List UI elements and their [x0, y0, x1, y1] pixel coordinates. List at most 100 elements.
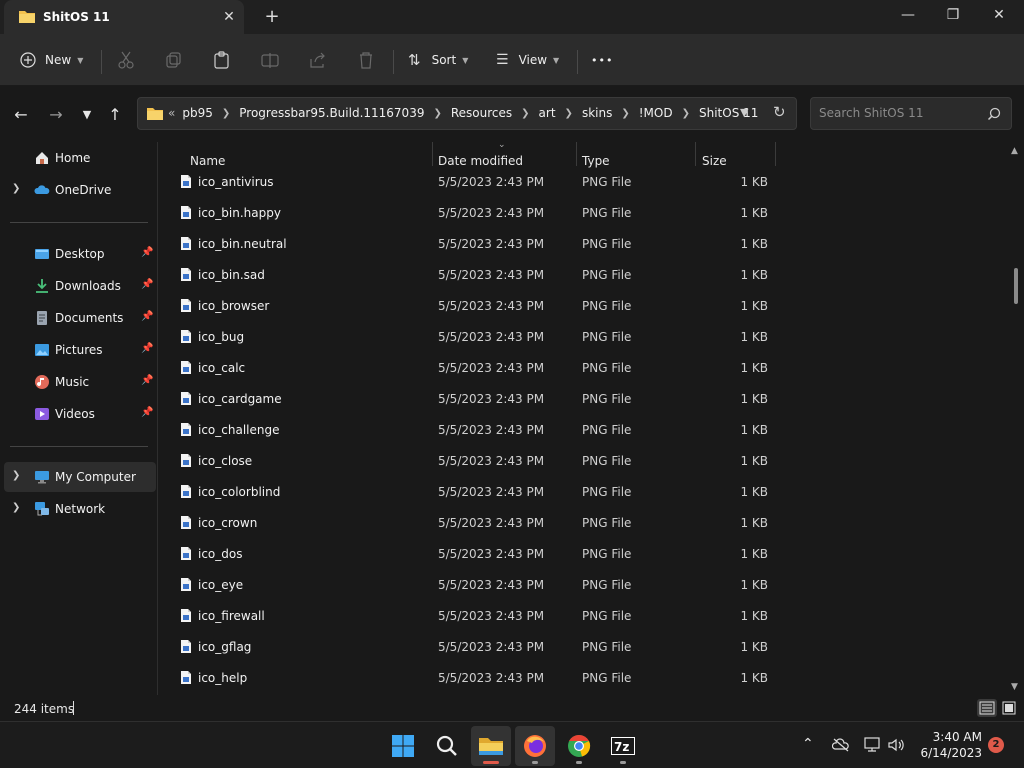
close-button[interactable]: ✕ — [976, 0, 1022, 30]
share-icon[interactable] — [307, 49, 329, 71]
chevron-right-icon[interactable]: ❯ — [621, 108, 629, 119]
rename-icon[interactable] — [259, 49, 281, 71]
pin-icon[interactable]: 📌 — [141, 407, 153, 418]
forward-arrow-icon[interactable]: → — [45, 104, 67, 126]
taskbar-search-button[interactable] — [427, 726, 467, 766]
maximize-button[interactable]: ❐ — [930, 0, 976, 30]
scrollbar-thumb[interactable] — [1014, 268, 1018, 304]
address-bar[interactable]: « pb95 ❯ Progressbar95.Build.11167039 ❯ … — [137, 97, 797, 130]
more-options-button[interactable]: ••• — [591, 47, 613, 73]
sidebar-item-home[interactable]: Home — [4, 143, 156, 173]
taskbar-7zip[interactable]: 7z — [603, 726, 643, 766]
pin-icon[interactable]: 📌 — [141, 375, 153, 386]
sidebar-item-desktop[interactable]: Desktop 📌 — [4, 239, 156, 269]
table-row[interactable]: ico_dos 5/5/2023 2:43 PM PNG File 1 KB — [174, 539, 774, 570]
search-icon[interactable] — [987, 107, 1001, 121]
column-header-type[interactable]: Type — [582, 154, 610, 168]
sidebar-item-onedrive[interactable]: ❯ OneDrive — [4, 175, 156, 205]
table-row[interactable]: ico_close 5/5/2023 2:43 PM PNG File 1 KB — [174, 446, 774, 477]
table-row[interactable]: ico_bug 5/5/2023 2:43 PM PNG File 1 KB — [174, 322, 774, 353]
table-row[interactable]: ico_eye 5/5/2023 2:43 PM PNG File 1 KB — [174, 570, 774, 601]
table-row[interactable]: ico_bin.happy 5/5/2023 2:43 PM PNG File 1 K… — [174, 198, 774, 229]
breadcrumb-item[interactable]: pb95 — [182, 106, 213, 120]
chevron-right-icon[interactable]: ❯ — [682, 108, 690, 119]
pin-icon[interactable]: 📌 — [141, 247, 153, 258]
tiles-view-button[interactable] — [999, 699, 1019, 717]
table-row[interactable]: ico_colorblind 5/5/2023 2:43 PM PNG File 1 … — [174, 477, 774, 508]
table-row[interactable]: ico_antivirus 5/5/2023 2:43 PM PNG File 1 K… — [174, 167, 774, 198]
show-hidden-icons-chevron-icon[interactable]: ⌃ — [802, 736, 814, 752]
view-button[interactable]: ☰ View ▼ — [496, 47, 559, 73]
pin-icon[interactable]: 📌 — [141, 343, 153, 354]
search-input[interactable] — [819, 106, 979, 120]
volume-icon[interactable] — [887, 736, 905, 754]
chevron-right-icon[interactable]: ❯ — [565, 108, 573, 119]
onedrive-offline-icon[interactable] — [832, 737, 850, 753]
table-row[interactable]: ico_crown 5/5/2023 2:43 PM PNG File 1 KB — [174, 508, 774, 539]
details-view-button[interactable] — [977, 699, 997, 717]
search-box[interactable] — [810, 97, 1012, 130]
column-separator[interactable] — [775, 142, 776, 166]
table-row[interactable]: ico_browser 5/5/2023 2:43 PM PNG File 1 KB — [174, 291, 774, 322]
sidebar-item-music[interactable]: Music 📌 — [4, 367, 156, 397]
window-tab[interactable]: ShitOS 11 ✕ — [4, 0, 244, 34]
start-button[interactable] — [383, 726, 423, 766]
breadcrumb-item[interactable]: Resources — [451, 106, 512, 120]
chevron-right-icon[interactable]: ❯ — [222, 108, 230, 119]
column-separator[interactable] — [695, 142, 696, 166]
column-header-name[interactable]: Name — [190, 154, 225, 168]
up-arrow-icon[interactable]: ↑ — [104, 104, 126, 126]
sidebar-item-my-computer[interactable]: ❯ My Computer — [4, 462, 156, 492]
recent-locations-chevron-icon[interactable]: ▼ — [76, 104, 98, 126]
breadcrumb-item-current[interactable]: ShitOS 11 — [699, 106, 758, 120]
taskbar-file-explorer[interactable] — [471, 726, 511, 766]
breadcrumb-item[interactable]: !MOD — [639, 106, 673, 120]
expand-chevron-icon[interactable]: ❯ — [12, 470, 20, 481]
taskbar-firefox[interactable] — [515, 726, 555, 766]
sidebar-item-videos[interactable]: Videos 📌 — [4, 399, 156, 429]
delete-icon[interactable] — [355, 49, 377, 71]
table-row[interactable]: ico_firewall 5/5/2023 2:43 PM PNG File 1 KB — [174, 601, 774, 632]
sidebar-item-pictures[interactable]: Pictures 📌 — [4, 335, 156, 365]
cut-icon[interactable] — [115, 49, 137, 71]
breadcrumb-item[interactable]: art — [539, 106, 556, 120]
scroll-up-icon[interactable]: ▲ — [1011, 146, 1018, 156]
copy-icon[interactable] — [163, 49, 185, 71]
back-arrow-icon[interactable]: ← — [10, 104, 32, 126]
table-row[interactable]: ico_bin.sad 5/5/2023 2:43 PM PNG File 1 KB — [174, 260, 774, 291]
sidebar-item-network[interactable]: ❯ Network — [4, 494, 156, 524]
pin-icon[interactable]: 📌 — [141, 279, 153, 290]
new-button[interactable]: New ▼ — [20, 47, 83, 73]
table-row[interactable]: ico_gflag 5/5/2023 2:43 PM PNG File 1 KB — [174, 632, 774, 663]
chevron-right-icon[interactable]: ❯ — [521, 108, 529, 119]
minimize-button[interactable]: — — [885, 0, 931, 30]
address-history-chevron-icon[interactable]: ▼ — [740, 106, 748, 119]
chevron-right-icon[interactable]: ❯ — [433, 108, 441, 119]
table-row[interactable]: ico_bin.neutral 5/5/2023 2:43 PM PNG File 1… — [174, 229, 774, 260]
scroll-down-icon[interactable]: ▼ — [1011, 682, 1018, 692]
tab-close-icon[interactable]: ✕ — [218, 6, 240, 28]
taskbar-chrome[interactable] — [559, 726, 599, 766]
network-status-icon[interactable] — [863, 736, 881, 754]
refresh-icon[interactable]: ↻ — [773, 103, 786, 121]
column-separator[interactable] — [432, 142, 433, 166]
sidebar-item-downloads[interactable]: Downloads 📌 — [4, 271, 156, 301]
table-row[interactable]: ico_help 5/5/2023 2:43 PM PNG File 1 KB — [174, 663, 774, 694]
sidebar-item-documents[interactable]: Documents 📌 — [4, 303, 156, 333]
expand-chevron-icon[interactable]: ❯ — [12, 502, 20, 513]
expand-chevron-icon[interactable]: ❯ — [12, 183, 20, 194]
paste-icon[interactable] — [211, 49, 233, 71]
breadcrumb-overflow[interactable]: « — [168, 106, 175, 120]
column-header-date-modified[interactable]: Date modified — [438, 154, 523, 168]
notification-badge[interactable]: 2 — [988, 737, 1004, 753]
sort-button[interactable]: ⇅ Sort ▼ — [408, 47, 468, 73]
breadcrumb-item[interactable]: Progressbar95.Build.11167039 — [239, 106, 424, 120]
column-separator[interactable] — [576, 142, 577, 166]
table-row[interactable]: ico_challenge 5/5/2023 2:43 PM PNG File 1 K… — [174, 415, 774, 446]
table-row[interactable]: ico_calc 5/5/2023 2:43 PM PNG File 1 KB — [174, 353, 774, 384]
breadcrumb-item[interactable]: skins — [582, 106, 612, 120]
vertical-scrollbar[interactable]: ▲ ▼ — [1010, 142, 1022, 695]
system-clock[interactable]: 3:40 AM 6/14/2023 — [912, 729, 982, 761]
column-header-size[interactable]: Size — [702, 154, 727, 168]
pin-icon[interactable]: 📌 — [141, 311, 153, 322]
